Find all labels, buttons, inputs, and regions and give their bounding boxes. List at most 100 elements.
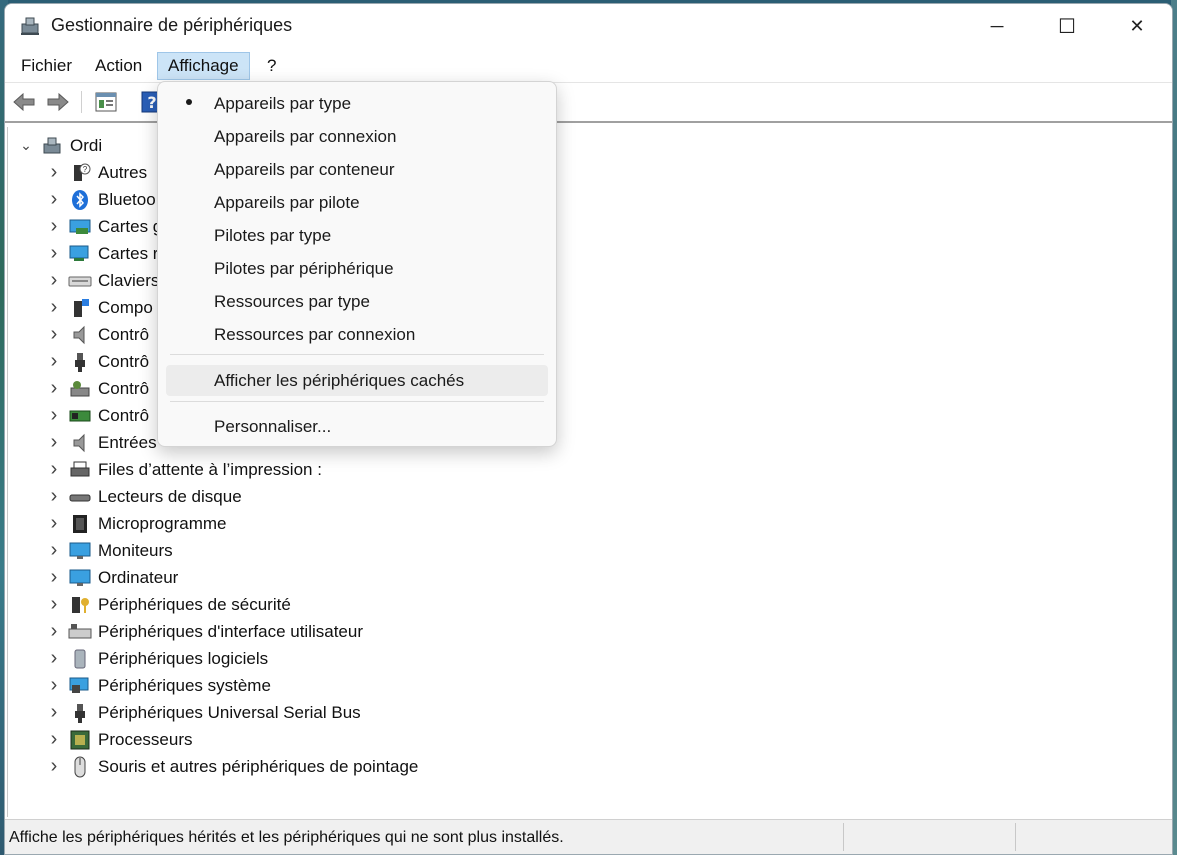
software-component-icon	[74, 298, 89, 317]
processor-icon	[70, 730, 90, 749]
forward-arrow-icon[interactable]	[45, 90, 71, 114]
tree-category-label: Ordinateur	[98, 567, 179, 587]
chevron-right-icon[interactable]: ›	[44, 618, 64, 645]
tree-category-row[interactable]: › Claviers	[44, 267, 160, 294]
chevron-right-icon[interactable]: ›	[44, 537, 64, 564]
chevron-down-icon[interactable]: ⌄	[16, 132, 36, 159]
tree-category-row[interactable]: › Bluetoo	[44, 186, 156, 213]
tree-category-row[interactable]: › Processeurs	[44, 726, 193, 753]
tree-category-row[interactable]: › Ordinateur	[44, 564, 179, 591]
menu-item-appareils-par-type[interactable]: Appareils par type	[166, 88, 548, 119]
chevron-right-icon[interactable]: ›	[44, 645, 64, 672]
tree-category-row[interactable]: › Microprogramme	[44, 510, 227, 537]
tree-root-row[interactable]: ⌄ Ordi	[16, 132, 102, 159]
menu-item-personnaliser[interactable]: Personnaliser...	[166, 411, 548, 442]
tree-category-label: Périphériques logiciels	[98, 648, 269, 668]
tree-category-row[interactable]: › Périphériques système	[44, 672, 271, 699]
tree-category-row[interactable]: › Lecteurs de disque	[44, 483, 242, 510]
chevron-right-icon[interactable]: ›	[44, 564, 64, 591]
software-device-icon	[74, 649, 86, 668]
tree-category-label: Souris et autres périphériques de pointa…	[98, 756, 419, 776]
monitor-icon	[69, 542, 91, 559]
chevron-right-icon[interactable]: ›	[44, 456, 64, 483]
chevron-right-icon[interactable]: ›	[44, 483, 64, 510]
back-arrow-icon[interactable]	[11, 90, 37, 114]
chevron-right-icon[interactable]: ›	[44, 267, 64, 294]
usb-device-icon	[75, 703, 85, 723]
menu-action[interactable]: Action	[85, 52, 152, 80]
menu-item-appareils-par-connexion[interactable]: Appareils par connexion	[166, 121, 548, 152]
tree-category-row[interactable]: › Souris et autres périphériques de point…	[44, 753, 418, 780]
properties-icon[interactable]	[93, 90, 119, 114]
tree-root-label: Ordi	[70, 135, 103, 155]
menu-item-ressources-par-connexion[interactable]: Ressources par connexion	[166, 319, 548, 350]
chevron-right-icon[interactable]: ›	[44, 672, 64, 699]
chevron-right-icon[interactable]: ›	[44, 753, 64, 780]
tree-category-row[interactable]: › Contrô	[44, 348, 149, 375]
tree-category-row[interactable]: › Périphériques logiciels	[44, 645, 268, 672]
tree-category-row[interactable]: › Files d’attente à l’impression :	[44, 456, 322, 483]
chevron-right-icon[interactable]: ›	[44, 213, 64, 240]
chevron-right-icon[interactable]: ›	[44, 429, 64, 456]
menu-item-appareils-par-conteneur[interactable]: Appareils par conteneur	[166, 154, 548, 185]
menu-item-pilotes-par-type[interactable]: Pilotes par type	[166, 220, 548, 251]
status-separator	[843, 823, 844, 851]
chevron-right-icon[interactable]: ›	[44, 294, 64, 321]
menu-item-pilotes-par-peripherique[interactable]: Pilotes par périphérique	[166, 253, 548, 284]
tree-category-label: Compo	[98, 297, 153, 317]
menu-bar: Fichier Action Affichage ?	[5, 48, 1172, 83]
tree-category-row[interactable]: › Contrô	[44, 321, 149, 348]
tree-category-label: Bluetoo	[98, 189, 156, 209]
chevron-right-icon[interactable]: ›	[44, 726, 64, 753]
chevron-right-icon[interactable]: ›	[44, 591, 64, 618]
tree-category-row[interactable]: › Entrées	[44, 429, 157, 456]
tree-category-row[interactable]: › Périphériques d'interface utilisateur	[44, 618, 363, 645]
audio-input-icon	[73, 433, 85, 452]
printer-icon	[70, 461, 90, 476]
chevron-right-icon[interactable]: ›	[44, 186, 64, 213]
menu-help[interactable]: ?	[257, 52, 286, 80]
tree-category-row[interactable]: › Périphériques Universal Serial Bus	[44, 699, 361, 726]
mouse-icon	[74, 756, 86, 777]
close-button[interactable]: ✕	[1102, 4, 1172, 48]
tree-category-row[interactable]: ›? Autres	[44, 159, 147, 186]
tree-category-label: Contrô	[98, 324, 150, 344]
keyboard-icon	[68, 276, 92, 286]
menu-item-label: Personnaliser...	[214, 416, 332, 436]
computer-root-icon	[43, 137, 61, 153]
tree-category-row[interactable]: › Contrô	[44, 375, 149, 402]
menu-item-ressources-par-type[interactable]: Ressources par type	[166, 286, 548, 317]
menu-item-afficher-caches[interactable]: Afficher les périphériques cachés	[166, 365, 548, 396]
menu-item-label: Appareils par type	[214, 93, 352, 113]
radio-bullet-icon	[186, 99, 192, 105]
tree-category-row[interactable]: › Périphériques de sécurité	[44, 591, 291, 618]
chevron-right-icon[interactable]: ›	[44, 402, 64, 429]
tree-category-row[interactable]: › Moniteurs	[44, 537, 173, 564]
menu-item-appareils-par-pilote[interactable]: Appareils par pilote	[166, 187, 548, 218]
chevron-right-icon[interactable]: ›	[44, 510, 64, 537]
tree-category-row[interactable]: › Contrô	[44, 402, 149, 429]
chevron-right-icon[interactable]: ›	[44, 240, 64, 267]
chevron-right-icon[interactable]: ›	[44, 159, 64, 186]
tree-category-row[interactable]: › Cartes r	[44, 240, 159, 267]
security-device-icon	[72, 596, 89, 613]
hid-icon	[68, 623, 92, 638]
chevron-right-icon[interactable]: ›	[44, 321, 64, 348]
chevron-right-icon[interactable]: ›	[44, 699, 64, 726]
menu-item-label: Ressources par connexion	[214, 324, 416, 344]
menu-item-label: Afficher les périphériques cachés	[214, 370, 465, 390]
title-bar: Gestionnaire de périphériques ─ ☐ ✕	[5, 4, 1172, 48]
chevron-right-icon[interactable]: ›	[44, 348, 64, 375]
unknown-device-icon: ?	[74, 163, 91, 181]
tree-category-row[interactable]: › Compo	[44, 294, 153, 321]
svg-text:?: ?	[147, 93, 156, 112]
tree-category-label: Moniteurs	[98, 540, 173, 560]
menu-fichier[interactable]: Fichier	[11, 52, 82, 80]
tree-category-row[interactable]: › Cartes g	[44, 213, 163, 240]
menu-item-label: Pilotes par type	[214, 225, 332, 245]
menu-affichage[interactable]: Affichage	[157, 52, 250, 80]
tree-category-label: Périphériques Universal Serial Bus	[98, 702, 361, 722]
minimize-button[interactable]: ─	[962, 4, 1032, 48]
maximize-button[interactable]: ☐	[1032, 4, 1102, 48]
chevron-right-icon[interactable]: ›	[44, 375, 64, 402]
